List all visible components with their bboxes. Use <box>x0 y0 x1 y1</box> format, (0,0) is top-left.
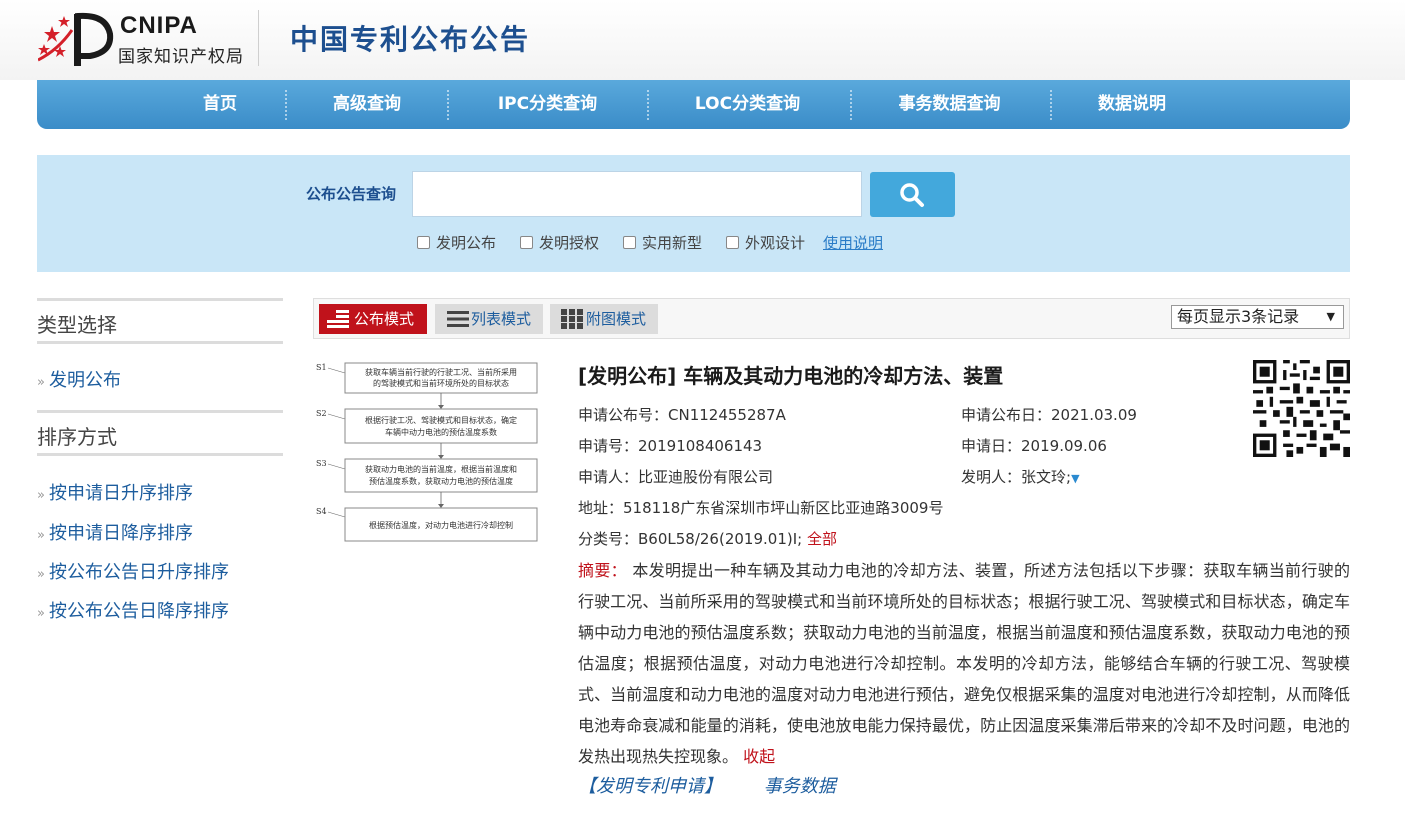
step-text: 获取动力电池的当前温度，根据当前温度和 <box>365 464 517 474</box>
step-text: 根据预估温度，对动力电池进行冷却控制 <box>369 520 513 530</box>
logo-chinese-text: 国家知识产权局 <box>118 47 244 67</box>
sort-pub-date-desc[interactable]: » 按公布公告日降序排序 <box>37 597 229 623</box>
field-application-number: 申请号：2019108406143 <box>578 437 763 455</box>
field-publication-number: 申请公布号：CN112455287A <box>578 406 786 424</box>
sort-heading: 排序方式 <box>37 410 283 456</box>
flag-icon <box>327 310 349 328</box>
expand-inventors-icon[interactable]: ▼ <box>1071 472 1079 485</box>
caret-down-icon: ▼ <box>1326 310 1335 323</box>
step-box <box>344 458 538 493</box>
sort-app-date-desc[interactable]: » 按申请日降序排序 <box>37 519 193 545</box>
filter-invention-grant[interactable]: 发明授权 <box>520 232 599 253</box>
step-text: 预估温度系数，获取动力电池的预估温度 <box>369 476 513 486</box>
sidebar: 类型选择 » 发明公布 排序方式 » 按申请日升序排序 » 按申请日降序排序 » 按公布… <box>37 298 283 622</box>
nav-item-home[interactable]: 首页 <box>185 80 255 129</box>
patent-abstract-figure[interactable]: S1 获取车辆当前行驶的行驶工况、当前所采用 的驾驶模式和当前环境所处的目标状态… <box>315 360 540 545</box>
step-text: 的驾驶模式和当前环境所处的目标状态 <box>373 378 509 388</box>
nav-divider <box>1050 90 1052 120</box>
abstract-label: 摘要： <box>578 561 627 580</box>
checkbox[interactable] <box>417 236 430 249</box>
double-chevron-icon: » <box>37 606 45 621</box>
step-label: S4 <box>316 507 327 516</box>
list-icon <box>447 311 469 327</box>
double-chevron-icon: » <box>37 528 45 543</box>
step-label: S3 <box>316 459 327 468</box>
double-chevron-icon: » <box>37 375 45 390</box>
step-leader-line <box>327 413 346 420</box>
flowchart-diagram: S1 获取车辆当前行驶的行驶工况、当前所采用 的驾驶模式和当前环境所处的目标状态… <box>316 362 538 542</box>
arrow-head-icon <box>438 405 444 409</box>
list-mode-button[interactable]: 列表模式 <box>435 304 543 334</box>
step-leader-line <box>327 511 346 518</box>
search-input[interactable] <box>412 171 862 217</box>
figure-mode-button[interactable]: 附图模式 <box>550 304 658 334</box>
nav-item-loc-search[interactable]: LOC分类查询 <box>685 80 810 129</box>
search-icon <box>900 183 924 207</box>
field-publication-date: 申请公布日：2021.03.09 <box>961 406 1137 424</box>
search-panel: 公布公告查询 发明公布 发明授权 实用新型 外观设计 使用说明 <box>37 155 1350 272</box>
sort-pub-date-asc[interactable]: » 按公布公告日升序排序 <box>37 558 229 584</box>
field-application-date: 申请日：2019.09.06 <box>961 437 1107 455</box>
show-all-classifications-link[interactable]: 全部 <box>807 530 837 548</box>
arrow-head-icon <box>438 455 444 459</box>
cnipa-emblem-icon <box>38 12 114 66</box>
step-text: 车辆中动力电池的预估温度系数 <box>385 427 497 437</box>
checkbox[interactable] <box>520 236 533 249</box>
double-chevron-icon: » <box>37 488 45 503</box>
nav-divider <box>285 90 287 120</box>
main-navbar: 首页 高级查询 IPC分类查询 LOC分类查询 事务数据查询 数据说明 <box>37 80 1350 129</box>
step-leader-line <box>327 367 346 374</box>
sidebar-item-invention-publication[interactable]: » 发明公布 <box>37 366 121 392</box>
field-inventor: 发明人：张文玲;▼ <box>961 468 1080 486</box>
nav-item-data-description[interactable]: 数据说明 <box>1087 80 1177 129</box>
double-chevron-icon: » <box>37 567 45 582</box>
qr-code-icon <box>1253 360 1350 457</box>
field-address: 地址：518118广东省深圳市坪山新区比亚迪路3009号 <box>578 499 944 517</box>
grid-icon <box>561 309 583 329</box>
logo-divider <box>258 10 259 66</box>
checkbox[interactable] <box>623 236 636 249</box>
cnipa-logo[interactable]: CNIPA 国家知识产权局 <box>38 8 260 68</box>
invention-application-link[interactable]: 【发明专利申请】 <box>578 776 722 797</box>
step-leader-line <box>327 463 346 470</box>
step-label: S2 <box>316 409 327 418</box>
nav-divider <box>647 90 649 120</box>
usage-help-link[interactable]: 使用说明 <box>823 232 883 253</box>
nav-item-ipc-search[interactable]: IPC分类查询 <box>485 80 610 129</box>
record-title[interactable]: [发明公布] 车辆及其动力电池的冷却方法、装置 <box>578 360 1003 389</box>
step-text: 获取车辆当前行驶的行驶工况、当前所采用 <box>365 367 517 377</box>
nav-item-advanced-search[interactable]: 高级查询 <box>322 80 412 129</box>
nav-divider <box>447 90 449 120</box>
nav-divider <box>850 90 852 120</box>
publication-mode-button[interactable]: 公布模式 <box>319 304 427 334</box>
filter-design[interactable]: 外观设计 <box>726 232 805 253</box>
step-label: S1 <box>316 363 327 372</box>
checkbox[interactable] <box>726 236 739 249</box>
site-header: CNIPA 国家知识产权局 中国专利公布公告 <box>0 0 1405 80</box>
page-size-select[interactable]: 每页显示3条记录 ▼ <box>1171 305 1344 329</box>
step-text: 根据行驶工况、驾驶模式和目标状态，确定 <box>365 415 517 425</box>
type-selection-heading: 类型选择 <box>37 298 283 344</box>
record-links: 【发明专利申请】 事务数据 <box>578 772 836 798</box>
transaction-data-link[interactable]: 事务数据 <box>764 776 836 797</box>
nav-item-transaction-search[interactable]: 事务数据查询 <box>887 80 1012 129</box>
site-title: 中国专利公布公告 <box>290 23 531 56</box>
abstract: 摘要： 本发明提出一种车辆及其动力电池的冷却方法、装置，所述方法包括以下步骤：获… <box>578 555 1350 772</box>
search-button[interactable] <box>870 172 955 217</box>
view-mode-toolbar: 公布模式 列表模式 附图模式 每页显示3条记录 ▼ <box>313 298 1350 339</box>
logo-english-text: CNIPA <box>120 12 198 39</box>
filter-utility-model[interactable]: 实用新型 <box>623 232 702 253</box>
collapse-link[interactable]: 收起 <box>743 747 775 766</box>
abstract-text: 本发明提出一种车辆及其动力电池的冷却方法、装置，所述方法包括以下步骤：获取车辆当… <box>578 561 1350 766</box>
sort-app-date-asc[interactable]: » 按申请日升序排序 <box>37 479 193 505</box>
step-box <box>344 408 538 444</box>
field-applicant: 申请人：比亚迪股份有限公司 <box>578 468 774 486</box>
arrow-head-icon <box>438 504 444 508</box>
search-label: 公布公告查询 <box>306 185 397 203</box>
filter-invention-publication[interactable]: 发明公布 <box>417 232 496 253</box>
field-classification: 分类号：B60L58/26(2019.01)I; 全部 <box>578 530 837 548</box>
